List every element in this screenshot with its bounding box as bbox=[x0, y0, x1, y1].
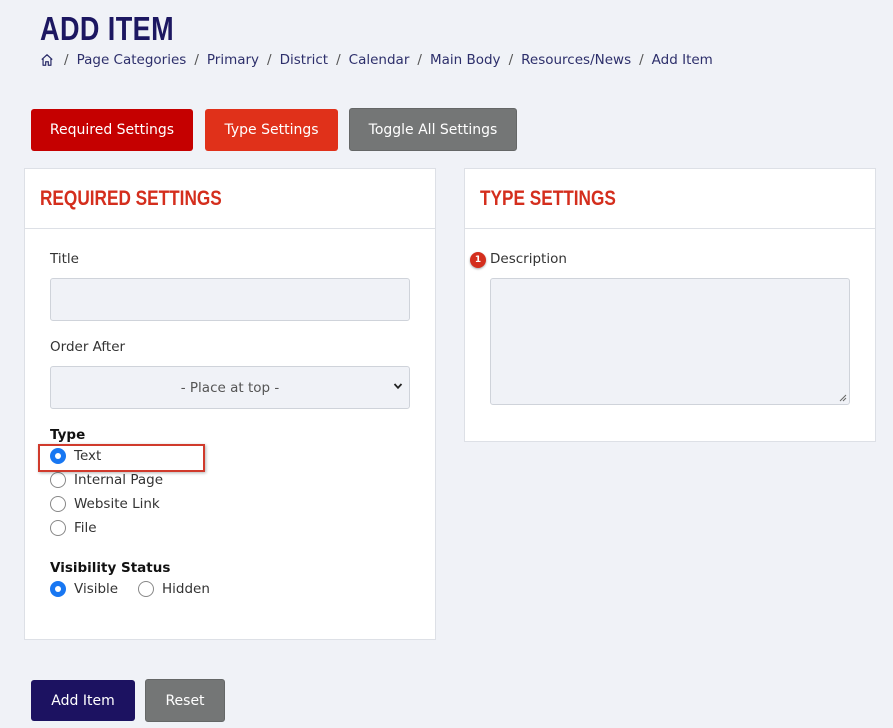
breadcrumb-separator: / bbox=[639, 52, 644, 68]
breadcrumb-current-add-item: Add Item bbox=[651, 52, 713, 68]
add-item-button[interactable]: Add Item bbox=[31, 680, 135, 721]
breadcrumb-separator: / bbox=[508, 52, 514, 68]
resize-grip-icon[interactable] bbox=[839, 394, 847, 402]
required-settings-button[interactable]: Required Settings bbox=[31, 109, 193, 151]
breadcrumb-separator: / bbox=[194, 52, 199, 68]
type-option-label: File bbox=[74, 520, 97, 536]
description-textarea[interactable] bbox=[490, 278, 850, 405]
radio-unchecked-icon[interactable] bbox=[50, 496, 66, 512]
type-option-internal-page[interactable]: Internal Page bbox=[50, 472, 163, 488]
breadcrumb-resources-news[interactable]: Resources/News bbox=[521, 52, 631, 68]
toggle-all-settings-button[interactable]: Toggle All Settings bbox=[349, 108, 517, 151]
breadcrumb-main-body[interactable]: Main Body bbox=[430, 52, 501, 68]
type-label: Type bbox=[50, 427, 86, 443]
visibility-option-label: Hidden bbox=[162, 581, 210, 597]
radio-checked-icon[interactable] bbox=[50, 581, 66, 597]
visibility-status-label: Visibility Status bbox=[50, 560, 171, 576]
type-option-label: Website Link bbox=[74, 496, 160, 512]
order-after-label: Order After bbox=[50, 339, 126, 355]
breadcrumb-district[interactable]: District bbox=[280, 52, 329, 68]
type-option-file[interactable]: File bbox=[50, 520, 97, 536]
required-settings-header: REQUIRED SETTINGS bbox=[25, 169, 435, 229]
required-settings-heading: REQUIRED SETTINGS bbox=[40, 186, 222, 210]
radio-unchecked-icon[interactable] bbox=[138, 581, 154, 597]
breadcrumb-separator: / bbox=[267, 52, 272, 68]
breadcrumb-page-categories[interactable]: Page Categories bbox=[77, 52, 187, 68]
breadcrumb-calendar[interactable]: Calendar bbox=[349, 52, 410, 68]
chevron-down-icon bbox=[393, 383, 403, 390]
type-settings-button[interactable]: Type Settings bbox=[205, 109, 338, 151]
type-option-label: Internal Page bbox=[74, 472, 164, 488]
visibility-option-visible[interactable]: Visible bbox=[50, 581, 118, 597]
type-settings-heading: TYPE SETTINGS bbox=[480, 186, 616, 210]
order-after-select[interactable]: - Place at top - bbox=[50, 366, 410, 409]
type-option-website-link[interactable]: Website Link bbox=[50, 496, 160, 512]
order-after-selected-value: - Place at top - bbox=[180, 379, 280, 396]
breadcrumb-primary[interactable]: Primary bbox=[207, 52, 259, 68]
breadcrumb-separator: / bbox=[64, 52, 69, 68]
annotation-highlight-box bbox=[38, 444, 205, 472]
visibility-option-label: Visible bbox=[74, 581, 119, 597]
breadcrumb-separator: / bbox=[336, 52, 341, 68]
radio-unchecked-icon[interactable] bbox=[50, 520, 66, 536]
type-settings-header: TYPE SETTINGS bbox=[465, 169, 875, 229]
radio-unchecked-icon[interactable] bbox=[50, 472, 66, 488]
breadcrumb-separator: / bbox=[417, 52, 422, 68]
description-label: Description bbox=[490, 251, 567, 267]
page-title: ADD ITEM bbox=[40, 10, 175, 47]
visibility-option-hidden[interactable]: Hidden bbox=[138, 581, 210, 597]
home-icon[interactable] bbox=[40, 53, 54, 67]
title-input[interactable] bbox=[50, 278, 410, 321]
reset-button[interactable]: Reset bbox=[145, 679, 225, 722]
annotation-badge: 1 bbox=[470, 252, 486, 268]
title-label: Title bbox=[50, 251, 79, 267]
breadcrumb: / Page Categories / Primary / District /… bbox=[40, 52, 713, 68]
